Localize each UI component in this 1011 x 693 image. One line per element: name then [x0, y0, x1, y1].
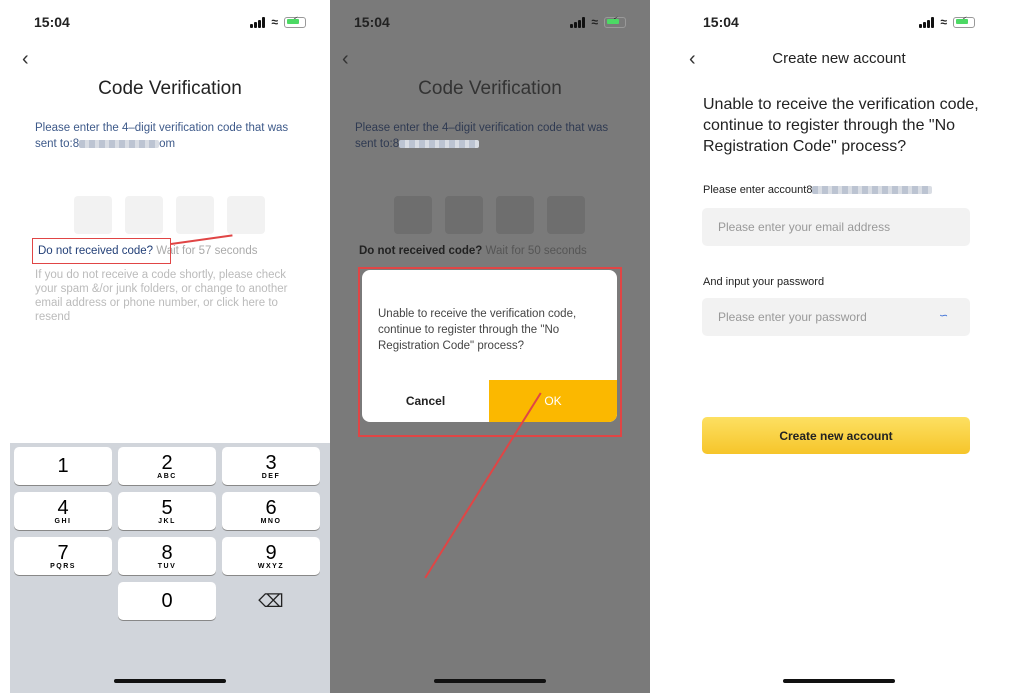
signal-icon [250, 16, 266, 28]
verification-description: Please enter the 4–digit verification co… [35, 122, 289, 150]
backspace-icon[interactable]: ⌫ [222, 582, 320, 620]
email-input[interactable] [702, 208, 970, 246]
redacted-email [399, 139, 480, 148]
code-digit-box[interactable] [394, 196, 432, 234]
status-time: 15:04 [34, 14, 70, 30]
key-2[interactable]: 2 ABC [118, 447, 216, 485]
key-4[interactable]: 4 GHI [14, 492, 112, 530]
page-title: Code Verification [418, 78, 562, 99]
key-8[interactable]: 8 TUV [118, 537, 216, 575]
password-input[interactable] [702, 298, 970, 336]
code-digit-box[interactable] [227, 196, 265, 234]
wifi-icon: ≈ [940, 15, 947, 29]
back-chevron-icon[interactable]: ‹ [22, 48, 29, 71]
status-bar: 15:04 ≈ ⚡ [10, 0, 330, 44]
code-input-boxes[interactable] [74, 196, 265, 234]
redacted-account [812, 186, 933, 195]
annotation-highlight-box [32, 238, 171, 264]
dialog-screen: 15:04 ≈ ⚡ ‹ Code Verification Please ent… [330, 0, 650, 693]
page-title: Code Verification [98, 78, 242, 99]
key-0[interactable]: 0 [118, 582, 216, 620]
key-blank [14, 582, 112, 620]
code-digit-box[interactable] [547, 196, 585, 234]
home-indicator [434, 679, 546, 683]
signal-icon [570, 16, 586, 28]
code-digit-box[interactable] [125, 196, 163, 234]
eye-closed-icon[interactable]: ∽ [939, 309, 948, 322]
key-1[interactable]: 1 [14, 447, 112, 485]
battery-icon: ⚡ [284, 15, 306, 28]
signal-icon [919, 16, 935, 28]
nav-title: Create new account [772, 50, 906, 67]
redacted-email [79, 139, 160, 148]
create-account-screen: 15:04 ≈ ⚡ ‹ Create new account Unable to… [679, 0, 999, 693]
no-code-message: Unable to receive the verification code,… [703, 96, 979, 155]
wifi-icon: ≈ [271, 15, 278, 29]
resend-hint[interactable]: If you do not receive a code shortly, pl… [35, 268, 305, 324]
code-digit-box[interactable] [74, 196, 112, 234]
verification-description: Please enter the 4–digit verification co… [355, 122, 609, 150]
resend-row: Do not received code? Wait for 50 second… [359, 245, 587, 257]
code-digit-box[interactable] [496, 196, 534, 234]
wifi-icon: ≈ [591, 15, 598, 29]
key-9[interactable]: 9 WXYZ [222, 537, 320, 575]
key-3[interactable]: 3 DEF [222, 447, 320, 485]
code-digit-box[interactable] [176, 196, 214, 234]
account-label: Please enter account8 [703, 184, 933, 196]
back-chevron-icon[interactable]: ‹ [342, 48, 349, 71]
code-input-boxes[interactable] [394, 196, 585, 234]
annotation-line [170, 234, 233, 245]
home-indicator [114, 679, 226, 683]
status-bar: 15:04 ≈ ⚡ [330, 0, 650, 44]
key-6[interactable]: 6 MNO [222, 492, 320, 530]
numeric-keypad: 1 2 ABC 3 DEF 4 GHI 5 JKL 6 MNO 7 PQRS 8 TUV 9W… [10, 443, 330, 693]
battery-icon: ⚡ [604, 15, 626, 28]
battery-icon: ⚡ [953, 15, 975, 28]
status-time: 15:04 [354, 14, 390, 30]
verification-screen: 15:04 ≈ ⚡ ‹ Code Verification Please ent… [10, 0, 330, 693]
not-received-link[interactable]: Do not received code? [359, 245, 482, 257]
home-indicator [783, 679, 895, 683]
key-5[interactable]: 5 JKL [118, 492, 216, 530]
status-bar: 15:04 ≈ ⚡ [679, 0, 999, 44]
countdown-text: Wait for 50 seconds [482, 245, 587, 257]
annotation-highlight-box [358, 267, 622, 437]
password-label: And input your password [703, 276, 825, 288]
key-7[interactable]: 7 PQRS [14, 537, 112, 575]
status-time: 15:04 [703, 14, 739, 30]
code-digit-box[interactable] [445, 196, 483, 234]
create-account-button[interactable]: Create new account [702, 417, 970, 454]
